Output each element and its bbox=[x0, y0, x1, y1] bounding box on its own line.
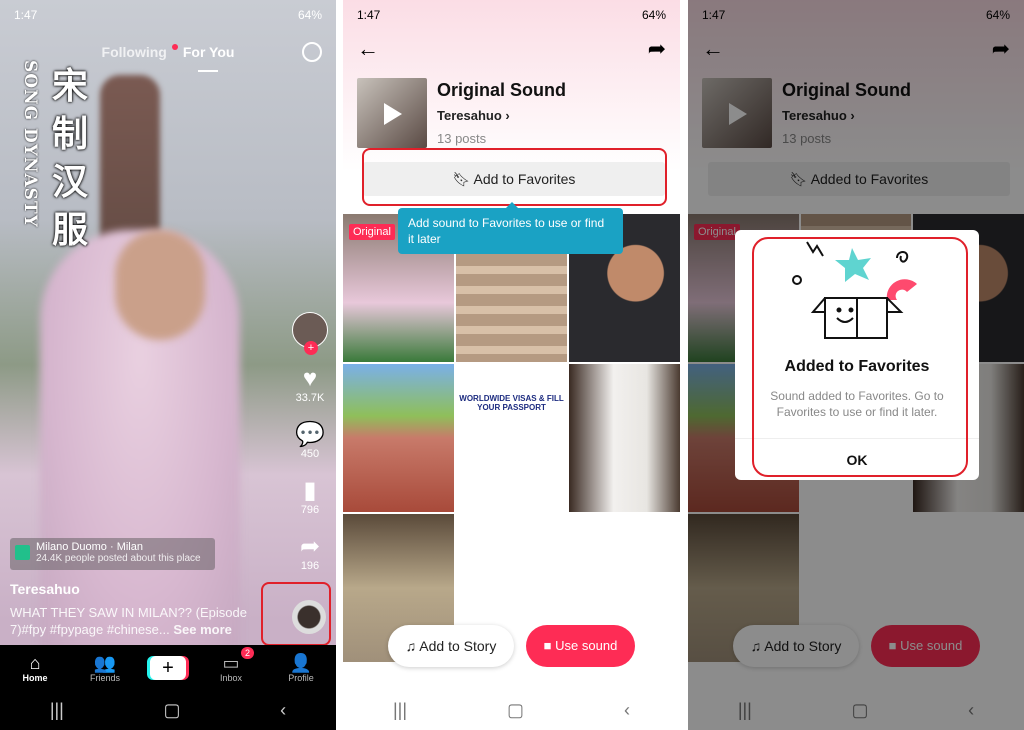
highlight-box bbox=[752, 237, 968, 477]
nav-friends[interactable]: 👥 Friends bbox=[80, 653, 130, 683]
search-icon[interactable] bbox=[302, 42, 322, 62]
location-name: Milano Duomo · Milan bbox=[36, 541, 143, 553]
sound-page-screen: 1:47 64% ← ➦ Original Sound Teresahuo › 1… bbox=[343, 0, 680, 730]
nav-label: Home bbox=[22, 672, 48, 683]
grid-video[interactable]: WORLDWIDE VISAS & FILL YOUR PASSPORT bbox=[456, 364, 567, 512]
share-icon[interactable]: ➦ bbox=[290, 534, 330, 560]
bottom-nav: ⌂ Home 👥 Friends + 2 ▭ Inbox 👤 Profile bbox=[0, 645, 336, 690]
system-nav: ||| ▢ ‹ bbox=[0, 690, 336, 730]
recents-icon[interactable]: ||| bbox=[393, 700, 407, 721]
grid-video[interactable] bbox=[343, 364, 454, 512]
like-count: 33.7K bbox=[295, 392, 325, 404]
creator-avatar[interactable]: + bbox=[292, 312, 328, 355]
active-tab-indicator bbox=[198, 70, 218, 72]
tab-following[interactable]: Following bbox=[102, 44, 167, 60]
video-feed-screen: 1:47 64% Following For You 宋制汉服 SONG DYNAS… bbox=[0, 0, 336, 730]
heart-icon[interactable]: ♥ bbox=[290, 366, 330, 392]
feed-tabs: Following For You bbox=[0, 44, 336, 60]
notification-dot bbox=[171, 44, 178, 50]
save-count: 796 bbox=[300, 504, 320, 516]
status-time: 1:47 bbox=[14, 8, 38, 22]
home-icon: ⌂ bbox=[29, 652, 41, 673]
status-bar: 1:47 64% bbox=[357, 8, 666, 22]
sound-actions: ♫ Add to Story ■ Use sound bbox=[343, 625, 680, 667]
sound-cover[interactable] bbox=[357, 78, 427, 148]
friends-icon: 👥 bbox=[93, 652, 117, 673]
location-pin-icon bbox=[15, 545, 30, 560]
username[interactable]: Teresahuo bbox=[10, 581, 80, 597]
music-note-icon: ♫ bbox=[405, 638, 417, 654]
visa-ad-text: WORLDWIDE VISAS & FILL YOUR PASSPORT bbox=[459, 394, 564, 412]
status-bar: 1:47 64% bbox=[14, 8, 322, 22]
nav-home[interactable]: ⌂ Home bbox=[10, 653, 60, 683]
bookmark-icon[interactable]: ▮ bbox=[290, 478, 330, 504]
back-arrow-icon[interactable]: ← bbox=[357, 36, 379, 62]
video-overlay-english-text: SONG DYNASTY bbox=[20, 60, 40, 228]
home-button-icon[interactable]: ▢ bbox=[163, 700, 180, 721]
grid-video[interactable] bbox=[569, 364, 680, 512]
battery-level: 64% bbox=[297, 8, 322, 22]
action-rail: + ♥ 33.7K 💬 450 ▮ 796 ➦ 196 bbox=[290, 312, 330, 572]
video-grid: Original WORLDWIDE VISAS & FILL YOUR PAS… bbox=[343, 214, 680, 662]
status-time: 1:47 bbox=[357, 8, 381, 22]
create-button[interactable]: + bbox=[150, 655, 186, 680]
location-subtitle: 24.4K people posted about this place bbox=[36, 553, 201, 564]
battery-level: 64% bbox=[641, 8, 666, 22]
back-icon[interactable]: ‹ bbox=[280, 700, 286, 721]
highlight-box bbox=[362, 148, 667, 206]
comment-count: 450 bbox=[300, 448, 320, 460]
nav-label: Inbox bbox=[219, 672, 243, 683]
nav-inbox[interactable]: 2 ▭ Inbox bbox=[206, 646, 256, 683]
system-nav: ||| ▢ ‹ bbox=[343, 690, 680, 730]
add-to-story-button[interactable]: ♫ Add to Story bbox=[388, 625, 514, 667]
recents-icon[interactable]: ||| bbox=[50, 700, 64, 721]
see-more-link[interactable]: See more bbox=[173, 622, 232, 637]
tab-for-you[interactable]: For You bbox=[183, 44, 235, 60]
sound-title: Original Sound bbox=[437, 80, 566, 100]
add-to-story-label: Add to Story bbox=[419, 638, 497, 654]
share-icon[interactable]: ➦ bbox=[648, 36, 666, 62]
home-button-icon[interactable]: ▢ bbox=[507, 700, 524, 721]
author-name: Teresahuo bbox=[437, 108, 502, 123]
nav-profile[interactable]: 👤 Profile bbox=[276, 653, 326, 683]
back-icon[interactable]: ‹ bbox=[624, 700, 630, 721]
original-tag: Original bbox=[349, 224, 395, 240]
sound-page-favorited-screen: 1:47 64% ← ➦ Original Sound Teresahuo › 1… bbox=[688, 0, 1024, 730]
video-subject-head bbox=[115, 230, 205, 340]
follow-plus-icon[interactable]: + bbox=[304, 341, 318, 355]
favorites-tooltip: Add sound to Favorites to use or find it… bbox=[398, 202, 623, 254]
inbox-badge: 2 bbox=[241, 646, 255, 659]
share-count: 196 bbox=[300, 560, 320, 572]
nav-label: Friends bbox=[89, 672, 120, 683]
use-sound-label: Use sound bbox=[555, 638, 618, 653]
location-tag[interactable]: Milano Duomo · Milan 24.4K people posted … bbox=[10, 538, 215, 570]
video-camera-icon: ■ bbox=[543, 638, 552, 653]
comment-icon[interactable]: 💬 bbox=[290, 422, 330, 448]
profile-icon: 👤 bbox=[289, 652, 313, 673]
use-sound-button[interactable]: ■ Use sound bbox=[526, 625, 635, 667]
nav-label: Profile bbox=[288, 672, 314, 683]
play-icon bbox=[384, 103, 402, 125]
video-overlay-chinese-text: 宋制汉服 bbox=[52, 65, 89, 251]
highlight-box bbox=[261, 582, 331, 646]
sound-author-link[interactable]: Teresahuo › bbox=[437, 108, 510, 123]
caption: WHAT THEY SAW IN MILAN?? (Episode 7)#fpy… bbox=[10, 604, 255, 638]
plus-icon: + bbox=[162, 656, 174, 679]
post-count: 13 posts bbox=[437, 131, 487, 146]
